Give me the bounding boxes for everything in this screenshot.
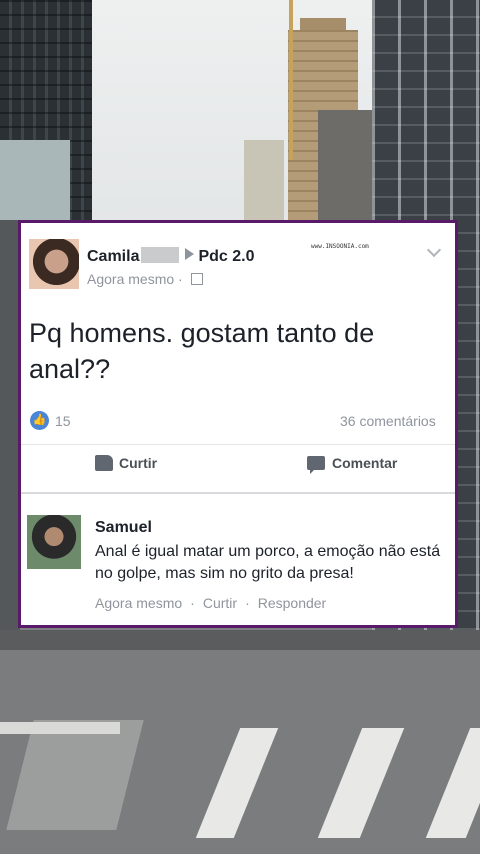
post-author-line: Camila Pdc 2.0	[87, 247, 255, 266]
crosswalk-stripe	[0, 722, 120, 734]
comment-count[interactable]: 36 comentários	[340, 413, 436, 429]
like-button-label: Curtir	[119, 455, 158, 471]
comment-text: Anal é igual matar um porco, a emoção nã…	[95, 543, 441, 582]
author-avatar[interactable]	[29, 239, 79, 289]
post-meta: Agora mesmo ·	[87, 271, 203, 287]
like-reaction-icon[interactable]: 👍	[30, 411, 49, 430]
globe-icon	[190, 273, 203, 285]
post-text: Pq homens. gostam tanto de anal??	[29, 318, 375, 384]
commenter-name[interactable]: Samuel	[95, 519, 152, 537]
comment-icon	[307, 456, 325, 474]
crane	[289, 0, 293, 160]
commenter-avatar[interactable]	[27, 515, 81, 569]
thumbs-up-icon	[95, 455, 113, 471]
building	[0, 220, 20, 640]
comment-like-link[interactable]: Curtir	[203, 595, 237, 611]
like-button[interactable]: Curtir	[95, 455, 157, 471]
author-name[interactable]: Camila	[87, 248, 139, 265]
chevron-down-icon[interactable]	[426, 242, 442, 258]
divider	[21, 444, 455, 445]
facebook-post-card: Camila Pdc 2.0 Agora mesmo · www.INSOONIA…	[18, 220, 458, 628]
comment-button-label: Comentar	[332, 455, 398, 471]
like-count[interactable]: 15	[55, 413, 71, 429]
comment-time[interactable]: Agora mesmo	[95, 595, 182, 611]
comment-meta: Agora mesmo · Curtir · Responder	[95, 595, 327, 611]
group-name[interactable]: Pdc 2.0	[198, 248, 254, 265]
watermark: www.INSOONIA.com	[311, 243, 369, 250]
post-time[interactable]: Agora mesmo	[87, 271, 174, 287]
divider	[21, 492, 455, 494]
building	[244, 140, 284, 230]
comment-button[interactable]: Comentar	[307, 455, 398, 474]
comment-reply-link[interactable]: Responder	[258, 595, 327, 611]
censored-name	[141, 247, 180, 263]
arrow-right-icon	[185, 248, 195, 260]
